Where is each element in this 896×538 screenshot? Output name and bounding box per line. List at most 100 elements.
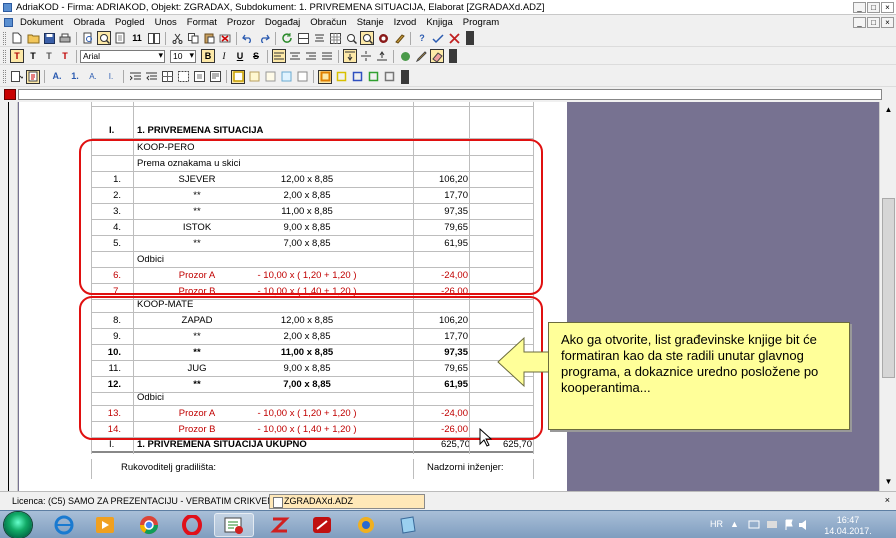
menu-prozor[interactable]: Prozor [222, 17, 260, 28]
grid-icon[interactable] [160, 70, 174, 84]
page-setup-icon[interactable] [208, 70, 222, 84]
red-document-app-icon[interactable] [302, 513, 342, 537]
valign-top-icon[interactable] [343, 49, 357, 63]
formula-input[interactable] [18, 89, 882, 100]
toolbar-grip[interactable] [3, 70, 6, 83]
font-name-select[interactable]: Arial [80, 49, 165, 63]
preview-icon[interactable] [81, 31, 95, 45]
language-indicator[interactable]: HR [710, 519, 723, 529]
frame-cream-icon[interactable] [263, 70, 277, 84]
borders-icon[interactable] [176, 70, 190, 84]
menu-program[interactable]: Program [458, 17, 504, 28]
maximize-button[interactable]: □ [867, 2, 880, 13]
font-size-select[interactable]: 10 [170, 49, 196, 63]
frame-yellow-icon[interactable] [231, 69, 245, 84]
table-header-row[interactable]: I. 1. PRIVREMENA SITUACIJA [91, 123, 534, 139]
tray-volume-icon[interactable] [798, 519, 810, 531]
color-blue-icon[interactable] [350, 70, 364, 84]
frame-white-icon[interactable] [295, 70, 309, 84]
toolbar-grip[interactable] [3, 31, 6, 45]
align-center-icon[interactable] [288, 49, 302, 63]
menu-stanje[interactable]: Stanje [352, 17, 389, 28]
scrollbar-thumb[interactable] [882, 198, 895, 378]
system-clock[interactable]: 16:47 14.04.2017. [818, 515, 878, 537]
menu-format[interactable]: Format [182, 17, 222, 28]
menu-obracun[interactable]: Obračun [305, 17, 351, 28]
toolbar-overflow-handle[interactable] [466, 31, 474, 45]
x-tool-icon[interactable] [447, 31, 461, 45]
adriakod-app-icon[interactable] [214, 513, 254, 537]
document-tab[interactable]: ZGRADAXd.ADZ [269, 494, 425, 509]
list-alpha-button[interactable]: A. [49, 70, 65, 84]
opera-icon[interactable] [172, 513, 212, 537]
vertical-scrollbar[interactable]: ▲ ▼ [879, 102, 896, 491]
align-center-row-icon[interactable] [312, 31, 326, 45]
cell-color-indicator[interactable] [4, 89, 16, 100]
menu-dogadaj[interactable]: Događaj [260, 17, 305, 28]
doc-maximize-button[interactable]: □ [867, 17, 880, 28]
box-in-box-icon[interactable] [192, 70, 206, 84]
print-icon[interactable] [58, 31, 72, 45]
minimize-button[interactable]: _ [853, 2, 866, 13]
scroll-down-arrow-icon[interactable]: ▼ [882, 476, 895, 487]
paste-icon[interactable] [202, 31, 216, 45]
search-icon[interactable] [344, 31, 358, 45]
toolbar-overflow-handle[interactable] [401, 69, 409, 84]
page-icon[interactable] [113, 31, 127, 45]
frame-cyan-icon[interactable] [279, 70, 293, 84]
redo-icon[interactable] [257, 31, 271, 45]
doc-close-button[interactable]: × [881, 17, 894, 28]
number-box[interactable]: 11 [129, 31, 145, 45]
bold-button[interactable]: B [201, 49, 215, 63]
refresh-icon[interactable] [280, 31, 294, 45]
document-icon[interactable] [4, 17, 13, 27]
menu-dokument[interactable]: Dokument [15, 17, 68, 28]
style-dropdown-icon[interactable] [10, 70, 24, 84]
tray-network-icon[interactable] [748, 520, 760, 530]
signature-row[interactable]: Rukovoditelj gradilišta: Nadzorni inženj… [91, 460, 534, 476]
text-style-1-button[interactable]: T [10, 49, 24, 63]
record-icon[interactable] [376, 31, 390, 45]
menu-knjiga[interactable]: Knjiga [421, 17, 457, 28]
strikethrough-button[interactable]: S [249, 49, 263, 63]
menu-obrada[interactable]: Obrada [68, 17, 110, 28]
text-style-2-button[interactable]: T [26, 49, 40, 63]
insert-row-icon[interactable] [296, 31, 310, 45]
color-gray-icon[interactable] [382, 70, 396, 84]
eraser-icon[interactable] [430, 49, 444, 63]
tray-arrow-icon[interactable]: ▲ [730, 519, 739, 529]
align-left-icon[interactable] [272, 49, 286, 63]
text-style-4-button[interactable]: T [58, 49, 72, 63]
doc-minimize-button[interactable]: _ [853, 17, 866, 28]
zoom-icon[interactable] [97, 31, 111, 45]
list-numeric-button[interactable]: 1. [67, 70, 83, 84]
check-icon[interactable] [431, 31, 445, 45]
toolbar-overflow-handle[interactable] [449, 49, 457, 63]
color-orange-icon[interactable] [318, 69, 332, 84]
undo-icon[interactable] [241, 31, 255, 45]
list-alpha-small-button[interactable]: A. [85, 70, 101, 84]
start-button-icon[interactable] [4, 512, 32, 538]
tray-flag-icon[interactable] [784, 519, 794, 531]
text-style-3-button[interactable]: T [42, 49, 56, 63]
menu-pogled[interactable]: Pogled [110, 17, 150, 28]
media-player-icon[interactable] [85, 513, 125, 537]
pencil-icon[interactable] [414, 49, 428, 63]
color-picker-icon[interactable] [398, 49, 412, 63]
frame-beige-icon[interactable] [247, 70, 261, 84]
cut-icon[interactable] [170, 31, 184, 45]
color-yellow-icon[interactable] [334, 70, 348, 84]
close-button[interactable]: × [881, 2, 894, 13]
valign-middle-icon[interactable] [359, 49, 373, 63]
scroll-up-arrow-icon[interactable]: ▲ [882, 104, 895, 115]
brush-icon[interactable] [392, 31, 406, 45]
paragraph-style-icon[interactable] [26, 69, 40, 84]
save-icon[interactable] [42, 31, 56, 45]
menu-izvod[interactable]: Izvod [389, 17, 422, 28]
internet-explorer-icon[interactable] [44, 513, 84, 537]
tray-monitor-icon[interactable] [766, 520, 778, 530]
indent-icon[interactable] [128, 70, 142, 84]
help-icon[interactable]: ? [415, 31, 429, 45]
two-pages-icon[interactable] [147, 31, 161, 45]
color-green-icon[interactable] [366, 70, 380, 84]
